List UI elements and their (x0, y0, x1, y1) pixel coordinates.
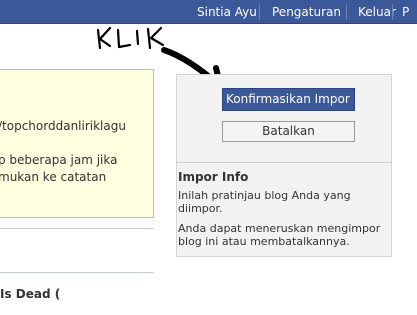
import-notice-box: /topchorddanliriklagu p beberapa jam jik… (0, 69, 154, 218)
notice-text: mukan ke catatan (0, 170, 107, 184)
import-info-description: Inilah pratinjau blog Anda yang diimpor. (178, 189, 351, 215)
import-info-instructions: Anda dapat meneruskan mengimpor blog ini… (178, 222, 381, 248)
nav-separator (259, 4, 260, 20)
nav-separator (346, 4, 347, 20)
notice-text: p beberapa jam jika (0, 153, 118, 167)
content-divider (0, 272, 154, 273)
nav-link-more[interactable]: P (402, 5, 409, 19)
cancel-button[interactable]: Batalkan (222, 121, 355, 142)
import-info-title: Impor Info (178, 170, 249, 184)
nav-separator (392, 4, 393, 20)
post-title: Is Dead ( (0, 287, 61, 301)
nav-link-settings[interactable]: Pengaturan (272, 5, 341, 19)
panel-divider (177, 162, 391, 163)
notice-text: /topchorddanliriklagu (0, 119, 126, 133)
nav-link-profile[interactable]: Sintia Ayu (197, 5, 257, 19)
top-navigation-bar: Sintia Ayu Pengaturan Keluar P (0, 0, 417, 24)
content-divider (0, 228, 154, 229)
confirm-import-button[interactable]: Konfirmasikan Impor (222, 88, 355, 111)
import-info-panel: Konfirmasikan Impor Batalkan Impor Info … (176, 74, 392, 257)
nav-link-logout[interactable]: Keluar (358, 5, 396, 19)
